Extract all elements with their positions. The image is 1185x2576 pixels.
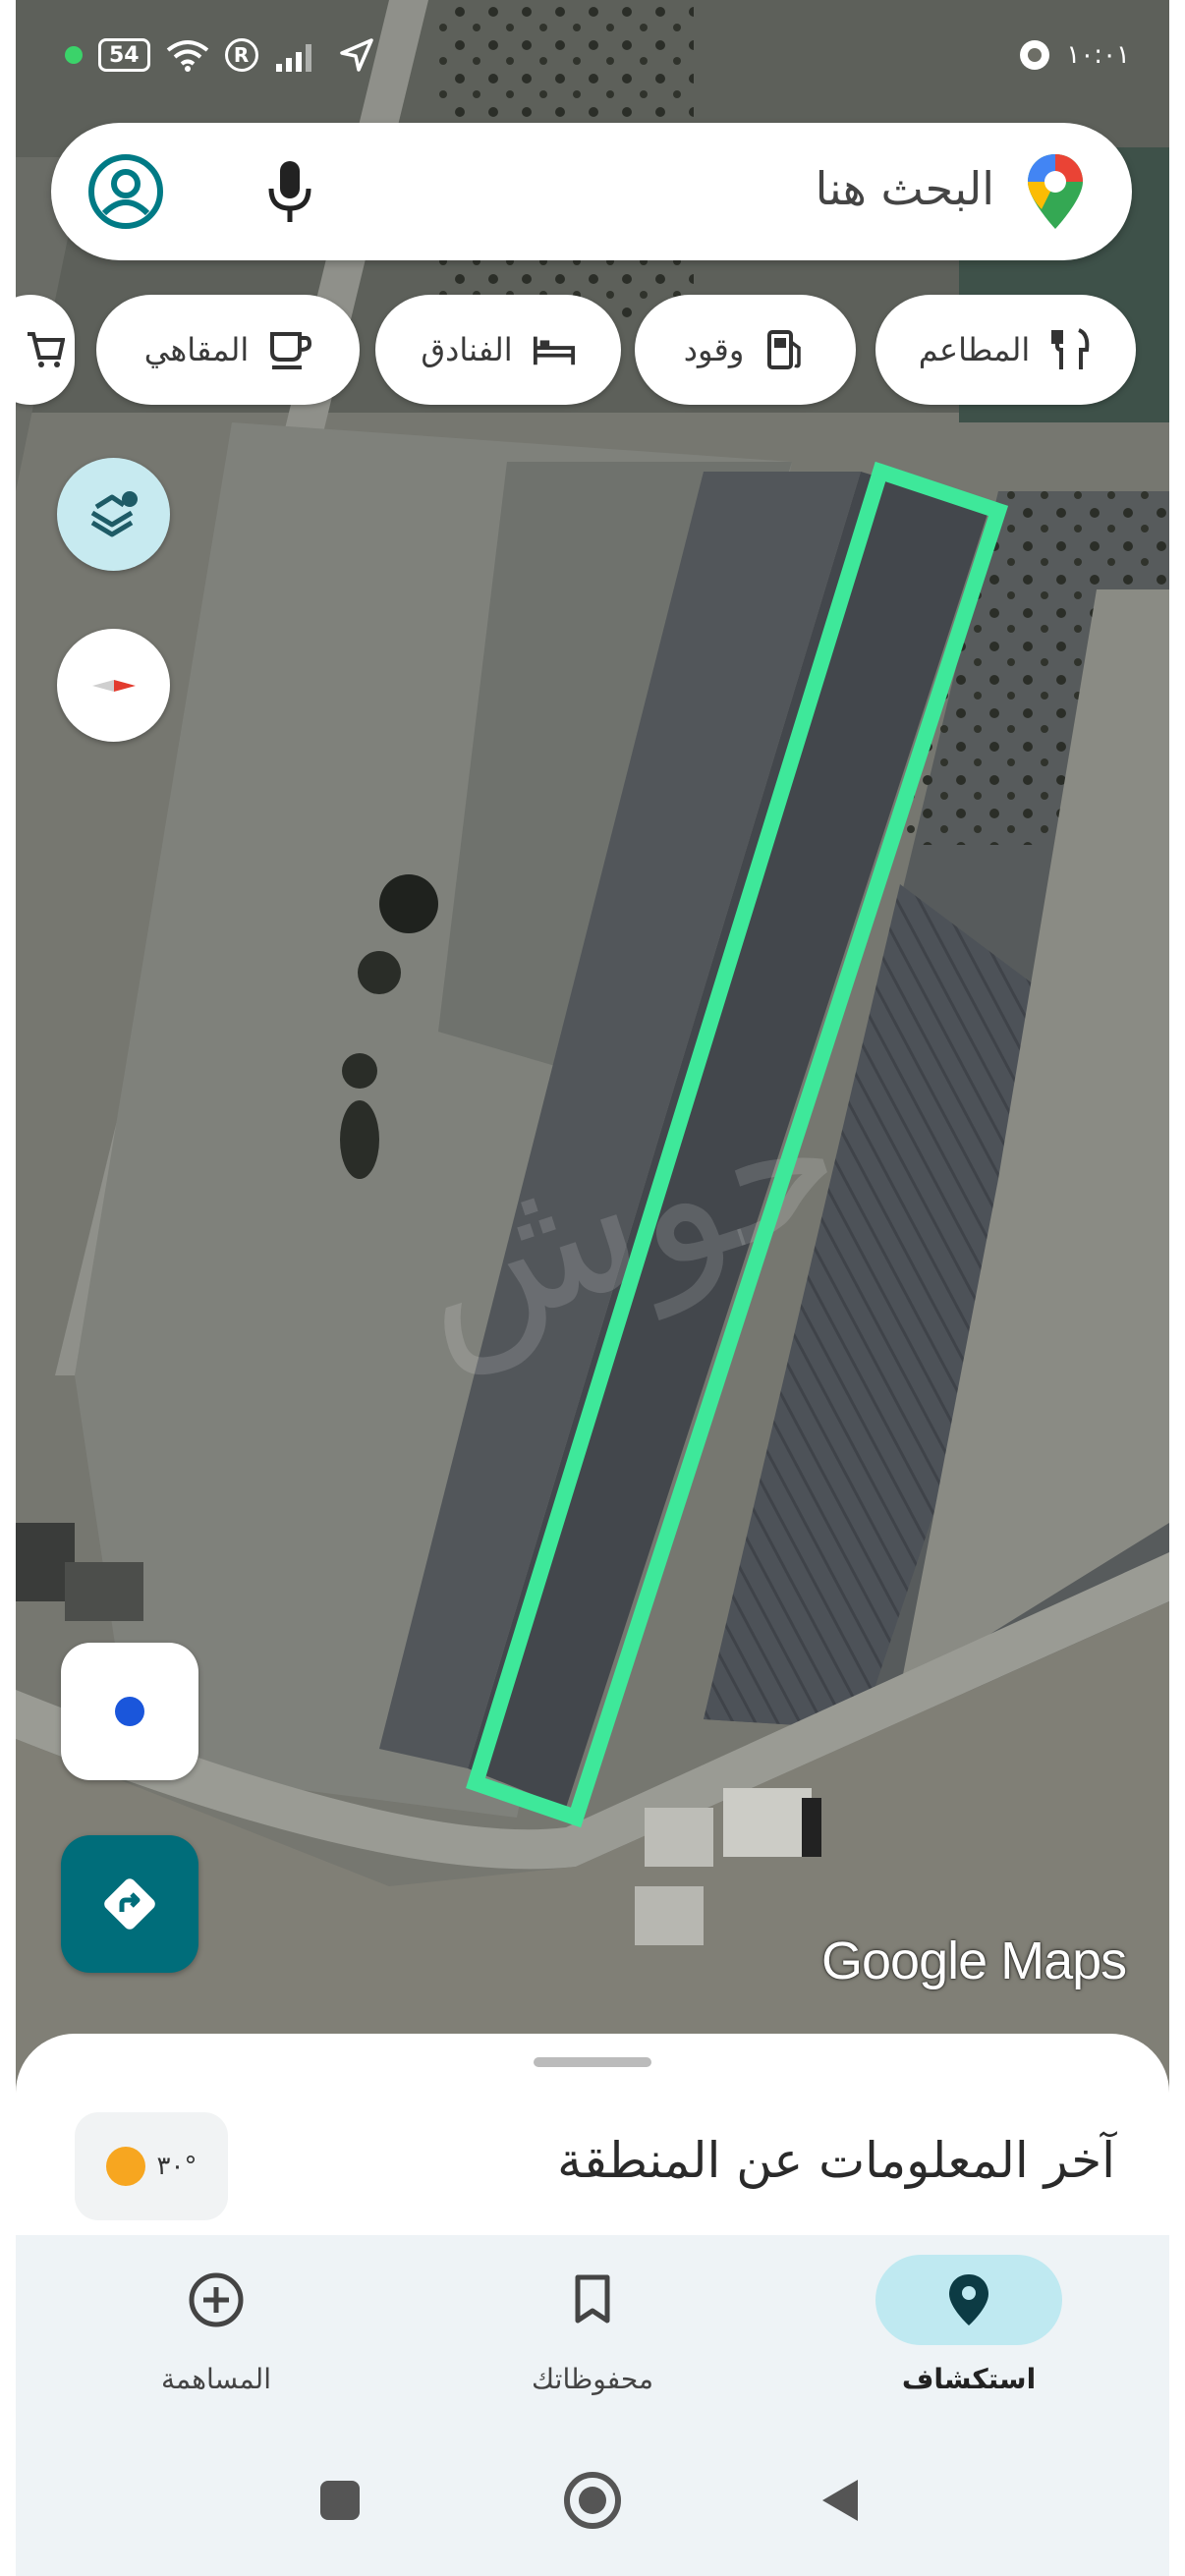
signal-icon	[275, 44, 311, 72]
nav-saved[interactable]: محفوظاتك	[475, 2255, 710, 2412]
temperature: ٣٠°	[156, 2152, 198, 2181]
shopping-cart-icon	[24, 328, 67, 371]
battery-indicator: 54	[98, 38, 150, 72]
sheet-drag-handle[interactable]	[534, 2057, 651, 2067]
bookmark-icon	[575, 2274, 610, 2324]
my-location-button[interactable]	[61, 1643, 198, 1780]
search-placeholder[interactable]: البحث هنا	[816, 162, 994, 215]
nav-explore-label: استكشاف	[901, 2363, 1037, 2395]
recents-button[interactable]	[301, 2461, 379, 2540]
back-triangle-icon	[822, 2480, 858, 2521]
coffee-cup-icon	[268, 328, 312, 371]
recording-dot-icon	[65, 46, 83, 64]
wifi-icon	[166, 40, 208, 72]
search-bar[interactable]: البحث هنا	[51, 123, 1132, 260]
system-navigation-bar	[16, 2432, 1169, 2576]
nav-explore-pill	[875, 2255, 1062, 2345]
chip-label: المطاعم	[918, 331, 1031, 368]
bottom-sheet[interactable]: ٣٠° آخر المعلومات عن المنطقة	[16, 2034, 1169, 2250]
square-icon	[320, 2481, 360, 2520]
chip-label: الفنادق	[421, 331, 513, 368]
screen-record-icon	[1020, 40, 1050, 70]
directions-button[interactable]	[61, 1835, 198, 1973]
location-arrow-icon	[339, 38, 373, 72]
home-button[interactable]	[553, 2461, 632, 2540]
chip-label: المقاهي	[143, 331, 250, 368]
nav-contribute-label: المساهمة	[161, 2363, 271, 2395]
battery-level: 54	[109, 42, 140, 68]
chip-restaurants[interactable]: المطاعم	[875, 295, 1136, 405]
nav-contribute[interactable]: المساهمة	[98, 2255, 334, 2412]
fuel-pump-icon	[763, 328, 807, 371]
microphone-icon[interactable]	[265, 157, 314, 226]
layers-button[interactable]	[57, 458, 170, 571]
compass-button[interactable]	[57, 629, 170, 742]
phone-screen: حوش 54 R ١٠:٠١ البحث هنا المطاعم وقود ال…	[16, 0, 1169, 2576]
chip-fuel[interactable]: وقود	[635, 295, 856, 405]
directions-icon	[104, 1878, 155, 1930]
chip-hotels[interactable]: الفنادق	[375, 295, 621, 405]
weather-badge[interactable]: ٣٠°	[75, 2112, 228, 2220]
nav-saved-label: محفوظاتك	[532, 2363, 653, 2395]
layers-icon	[90, 490, 138, 536]
bottom-navigation: استكشاف محفوظاتك المساهمة	[16, 2235, 1169, 2432]
chip-label: وقود	[683, 331, 745, 368]
nav-saved-pill	[499, 2255, 686, 2345]
google-maps-attribution: Google Maps	[821, 1932, 1127, 1990]
clock: ١٠:٠١	[1066, 40, 1130, 70]
google-maps-pin-icon	[1028, 154, 1083, 229]
nav-explore[interactable]: استكشاف	[851, 2255, 1087, 2412]
my-location-dot-icon	[115, 1697, 144, 1726]
registered-icon: R	[224, 38, 258, 72]
status-bar-right: ١٠:٠١	[1017, 29, 1130, 81]
home-circle-icon	[564, 2472, 621, 2529]
sun-icon	[105, 2147, 145, 2186]
bed-icon	[533, 328, 576, 371]
utensils-icon	[1049, 328, 1093, 371]
compass-icon	[91, 679, 136, 692]
plus-circle-icon	[189, 2272, 244, 2327]
location-pin-icon	[949, 2274, 988, 2325]
nav-contribute-pill	[123, 2255, 310, 2345]
chip-cafes[interactable]: المقاهي	[96, 295, 360, 405]
status-bar-left: 54 R	[65, 29, 374, 81]
back-button[interactable]	[802, 2461, 880, 2540]
sheet-title: آخر المعلومات عن المنطقة	[557, 2132, 1115, 2189]
account-avatar-icon[interactable]	[86, 152, 165, 231]
